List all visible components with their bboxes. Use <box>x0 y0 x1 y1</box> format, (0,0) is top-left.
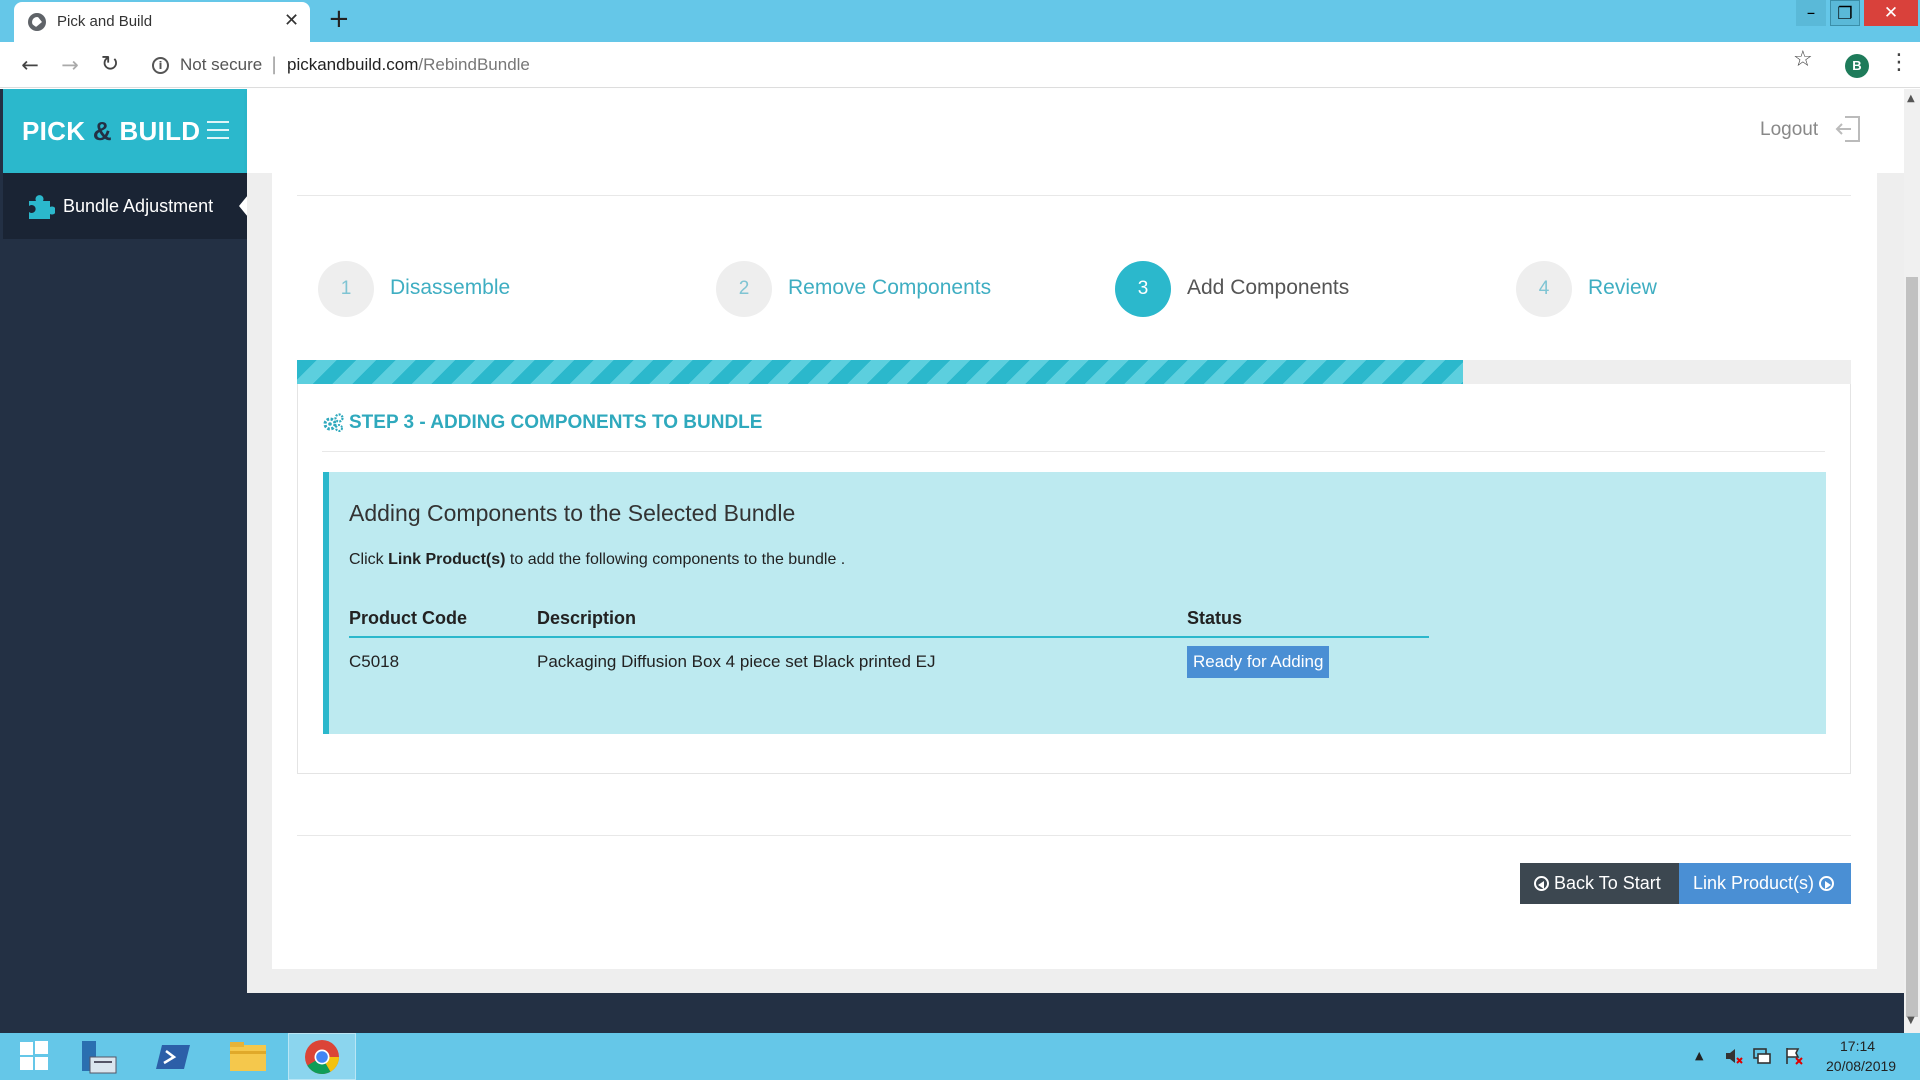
new-tab-button[interactable]: + <box>328 4 350 34</box>
column-header-description: Description <box>537 608 637 628</box>
window-close-button[interactable]: ✕ <box>1864 0 1918 26</box>
scroll-down-arrow-icon[interactable]: ▼ <box>1907 1015 1915 1026</box>
powershell-icon[interactable] <box>144 1033 204 1080</box>
step-number: 2 <box>716 261 772 317</box>
window-minimize-button[interactable]: – <box>1796 0 1826 26</box>
info-bold-text: Link Product(s) <box>388 551 506 568</box>
step-card: STEP 3 - ADDING COMPONENTS TO BUNDLE Add… <box>297 384 1851 774</box>
scroll-up-arrow-icon[interactable]: ▲ <box>1907 93 1915 104</box>
brand-logo[interactable]: PICK & BUILD <box>22 116 200 147</box>
forward-arrow-icon[interactable]: → <box>55 50 85 80</box>
product-code-cell: C5018 <box>349 652 400 671</box>
card-title: STEP 3 - ADDING COMPONENTS TO BUNDLE <box>349 412 763 433</box>
back-arrow-icon[interactable]: ← <box>15 50 45 80</box>
circle-arrow-right-icon <box>1819 876 1835 891</box>
page-scrollbar[interactable]: ▲ ▼ <box>1904 89 1920 1033</box>
step-number: 3 <box>1115 261 1171 317</box>
volume-muted-icon[interactable] <box>1724 1046 1744 1066</box>
browser-menu-icon[interactable]: ⋮ <box>1888 50 1910 75</box>
circle-arrow-left-icon <box>1534 876 1549 891</box>
file-explorer-icon[interactable] <box>218 1033 278 1080</box>
sidebar-item-bundle-adjustment[interactable]: Bundle Adjustment <box>3 173 248 239</box>
card-header: STEP 3 - ADDING COMPONENTS TO BUNDLE <box>322 410 1825 452</box>
description-cell: Packaging Diffusion Box 4 piece set Blac… <box>537 652 936 671</box>
network-icon[interactable] <box>1752 1046 1772 1066</box>
bookmark-star-icon[interactable]: ☆ <box>1793 47 1813 72</box>
sidebar-item-label: Bundle Adjustment <box>63 196 214 216</box>
reload-icon[interactable]: ↻ <box>95 50 125 80</box>
gears-icon <box>323 413 344 432</box>
table-header: Product Code Description Status <box>349 600 1429 638</box>
info-icon[interactable]: i <box>152 57 169 74</box>
step-label: Disassemble <box>390 276 511 299</box>
column-header-status: Status <box>1187 608 1243 628</box>
divider <box>297 835 1851 836</box>
chrome-taskbar-icon[interactable] <box>288 1033 356 1080</box>
table-row: C5018 Packaging Diffusion Box 4 piece se… <box>349 638 1429 686</box>
url-separator: | <box>271 54 278 75</box>
top-header: Logout <box>247 89 1904 173</box>
step-label: Remove Components <box>788 276 992 299</box>
hamburger-menu-icon[interactable] <box>207 121 229 139</box>
step-number: 4 <box>1516 261 1572 317</box>
status-badge: Ready for Adding <box>1187 646 1330 678</box>
clock-date[interactable]: 20/08/2019 <box>1826 1058 1896 1074</box>
components-table: Product Code Description Status C5018 Pa… <box>349 600 1429 686</box>
browser-toolbar: ← → ↻ i Not secure | pickandbuild.com/Re… <box>0 42 1920 88</box>
address-bar[interactable]: i Not secure | pickandbuild.com/RebindBu… <box>142 49 1807 81</box>
info-box: Adding Components to the Selected Bundle… <box>323 472 1826 734</box>
link-products-button[interactable]: Link Product(s) <box>1679 863 1851 904</box>
puzzle-icon <box>29 195 55 219</box>
tray-expand-icon[interactable]: ▲ <box>1695 1049 1703 1062</box>
url-text[interactable]: pickandbuild.com/RebindBundle <box>287 55 530 75</box>
step-label: Review <box>1588 276 1657 299</box>
tab-title: Pick and Build <box>57 13 153 30</box>
info-instructions: Click Link Product(s) to add the followi… <box>349 551 846 568</box>
browser-tab[interactable]: Pick and Build ✕ <box>14 2 310 42</box>
security-label: Not secure <box>180 55 263 74</box>
progress-fill <box>297 360 1463 384</box>
server-manager-icon[interactable] <box>70 1033 130 1080</box>
scrollbar-thumb[interactable] <box>1906 277 1918 1017</box>
browser-tab-strip: Pick and Build ✕ + – ❐ ✕ <box>0 0 1920 42</box>
globe-icon <box>28 13 46 31</box>
clock-time[interactable]: 17:14 <box>1840 1038 1875 1054</box>
url-host: pickandbuild.com <box>287 55 419 74</box>
step-label: Add Components <box>1187 276 1350 299</box>
windows-taskbar: ▲ 17:14 20/08/2019 <box>0 1033 1920 1080</box>
sign-out-icon[interactable] <box>1835 115 1861 143</box>
profile-avatar[interactable]: B <box>1845 54 1869 78</box>
step-number: 1 <box>318 261 374 317</box>
back-to-start-button[interactable]: Back To Start <box>1520 863 1679 904</box>
action-center-flag-icon[interactable] <box>1784 1046 1804 1066</box>
wizard-progress-bar <box>297 360 1851 384</box>
windows-start-icon[interactable] <box>6 1033 66 1080</box>
logout-link[interactable]: Logout <box>1760 119 1818 141</box>
tab-close-icon[interactable]: ✕ <box>284 10 299 31</box>
url-path: /RebindBundle <box>418 55 530 74</box>
info-title: Adding Components to the Selected Bundle <box>349 500 796 526</box>
brand-header: PICK & BUILD <box>3 89 247 173</box>
divider <box>297 195 1851 196</box>
window-restore-button[interactable]: ❐ <box>1830 0 1860 26</box>
column-header-product-code: Product Code <box>349 608 468 628</box>
